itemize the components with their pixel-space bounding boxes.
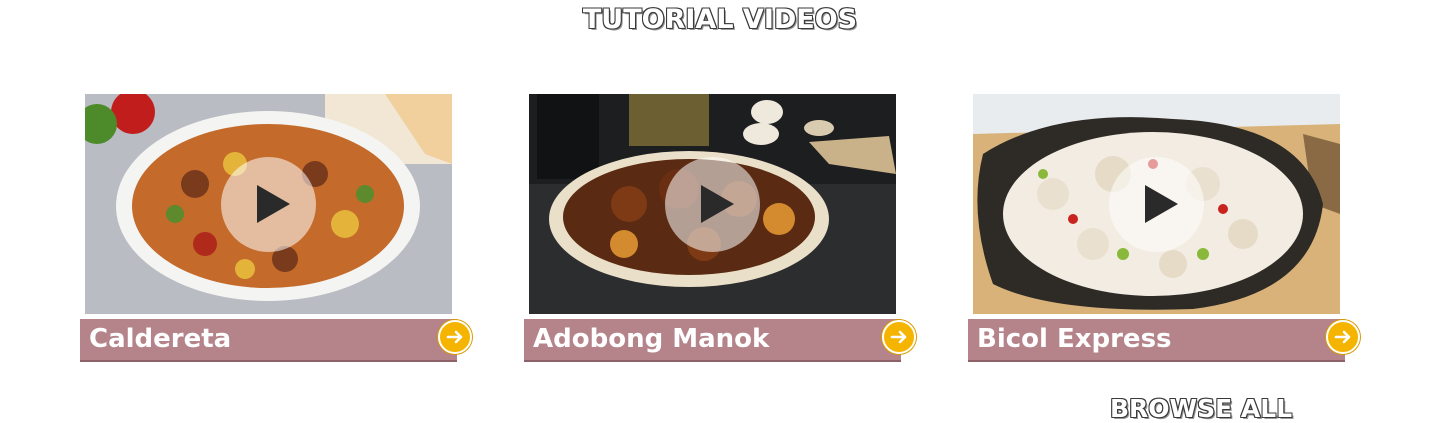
arrow-right-icon[interactable] <box>438 320 472 354</box>
browse-all-link[interactable]: BROWSE ALL <box>1110 394 1292 423</box>
arrow-right-icon[interactable] <box>1326 320 1360 354</box>
video-title: Adobong Manok <box>533 324 770 354</box>
play-icon[interactable] <box>1109 157 1204 252</box>
arrow-right-icon[interactable] <box>882 320 916 354</box>
video-label-bar[interactable]: Bicol Express <box>968 319 1345 362</box>
video-title: Caldereta <box>89 324 232 354</box>
video-thumbnail[interactable] <box>973 94 1340 314</box>
video-card-caldereta[interactable]: Caldereta <box>80 94 472 364</box>
video-thumbnail[interactable] <box>85 94 452 314</box>
video-card-adobong-manok[interactable]: Adobong Manok <box>524 94 916 364</box>
video-card-bicol-express[interactable]: Bicol Express <box>968 94 1360 364</box>
section-title: TUTORIAL VIDEOS <box>582 4 858 35</box>
video-label-bar[interactable]: Caldereta <box>80 319 457 362</box>
play-icon[interactable] <box>221 157 316 252</box>
video-label-bar[interactable]: Adobong Manok <box>524 319 901 362</box>
play-icon[interactable] <box>665 157 760 252</box>
video-title: Bicol Express <box>977 324 1172 354</box>
video-thumbnail[interactable] <box>529 94 896 314</box>
